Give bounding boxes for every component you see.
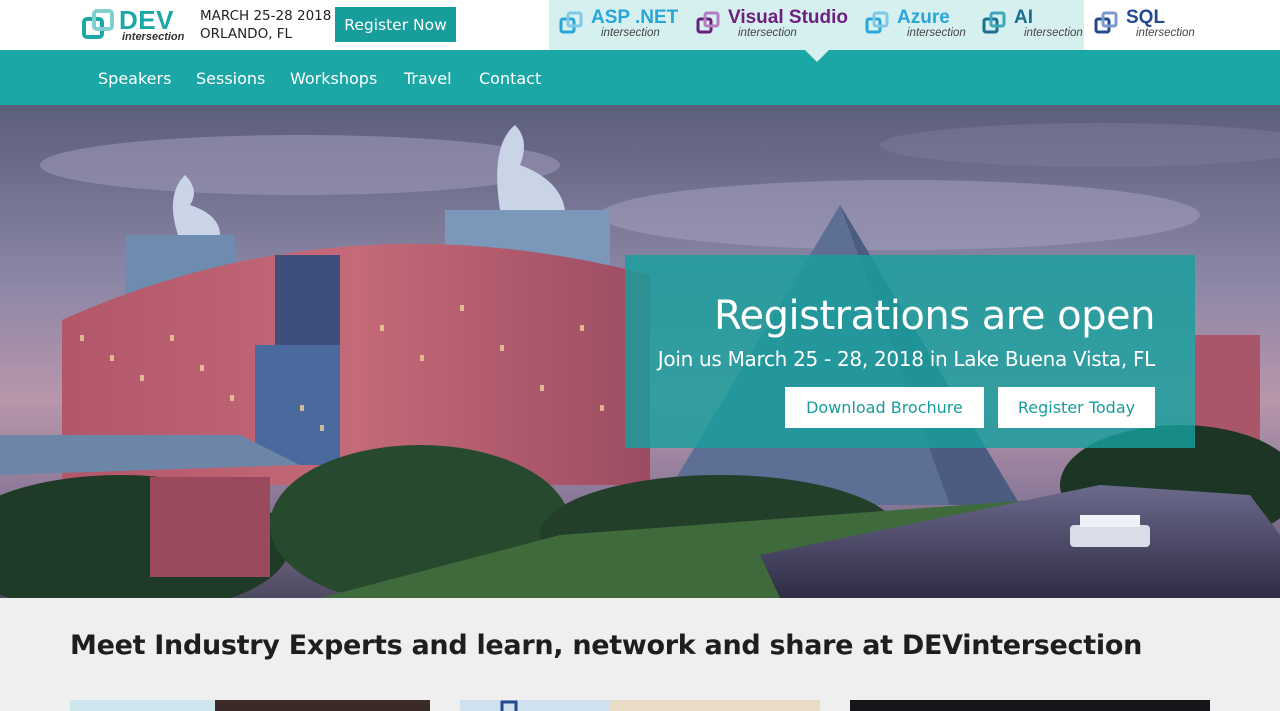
brand-name: Azure xyxy=(897,7,950,28)
event-date: MARCH 25-28 2018 ORLANDO, FL xyxy=(200,7,331,43)
section-title: Meet Industry Experts and learn, network… xyxy=(70,630,1142,661)
brand-sub: intersection xyxy=(601,27,660,39)
brand-sub: intersection xyxy=(907,27,966,39)
brand-sql[interactable]: SQL intersection xyxy=(1094,7,1204,44)
promo-subtitle: Join us March 25 - 28, 2018 in Lake Buen… xyxy=(657,347,1156,371)
nav-item-sessions[interactable]: Sessions xyxy=(196,69,265,88)
brand-name: AI xyxy=(1014,7,1033,28)
brand-switcher: ASP .NET intersection Visual Studio inte… xyxy=(549,0,1280,62)
brand-sub: intersection xyxy=(738,27,797,39)
nav-item-travel[interactable]: Travel xyxy=(404,69,452,88)
promo-title: Registrations are open xyxy=(714,293,1156,339)
hero-banner: Registrations are open Join us March 25 … xyxy=(0,105,1280,598)
brand-ai[interactable]: AI intersection xyxy=(982,7,1083,44)
card-image xyxy=(70,700,430,711)
active-brand-indicator xyxy=(805,50,829,62)
event-location-line: ORLANDO, FL xyxy=(200,26,293,42)
main-nav: Speakers Sessions Workshops Travel Conta… xyxy=(0,50,1280,105)
brand-name: Visual Studio xyxy=(728,7,849,28)
card-image xyxy=(850,700,1210,711)
brand-azure[interactable]: Azure intersection xyxy=(865,7,975,44)
download-brochure-button[interactable]: Download Brochure xyxy=(785,387,984,428)
feature-card-1[interactable] xyxy=(70,698,430,711)
register-today-button[interactable]: Register Today xyxy=(998,387,1155,428)
azure-logo-icon xyxy=(865,11,889,34)
devintersection-logo[interactable]: DEV intersection xyxy=(82,5,192,46)
nav-item-contact[interactable]: Contact xyxy=(479,69,541,88)
logo-subtitle: intersection xyxy=(122,31,185,43)
feature-card-2[interactable] xyxy=(460,698,820,711)
event-date-line: MARCH 25-28 2018 xyxy=(200,8,332,24)
ai-logo-icon xyxy=(982,11,1006,34)
register-now-button[interactable]: Register Now xyxy=(335,7,456,42)
visualstudio-logo-icon xyxy=(696,11,720,34)
sql-logo-icon xyxy=(1094,11,1118,34)
top-bar: DEV intersection MARCH 25-28 2018 ORLAND… xyxy=(0,0,1280,62)
brand-name: SQL xyxy=(1126,7,1166,28)
feature-card-3[interactable] xyxy=(850,698,1210,711)
devintersection-logo-icon xyxy=(82,9,114,39)
brand-sub: intersection xyxy=(1024,27,1083,39)
brand-sub: intersection xyxy=(1136,27,1195,39)
registration-promo: Registrations are open Join us March 25 … xyxy=(625,255,1195,448)
aspnet-logo-icon xyxy=(559,11,583,34)
card-image xyxy=(460,700,820,711)
nav-item-speakers[interactable]: Speakers xyxy=(98,69,171,88)
brand-name: ASP .NET xyxy=(591,7,679,28)
nav-item-workshops[interactable]: Workshops xyxy=(290,69,377,88)
brand-aspnet[interactable]: ASP .NET intersection xyxy=(559,7,689,44)
brand-visual-studio[interactable]: Visual Studio intersection xyxy=(696,7,856,44)
